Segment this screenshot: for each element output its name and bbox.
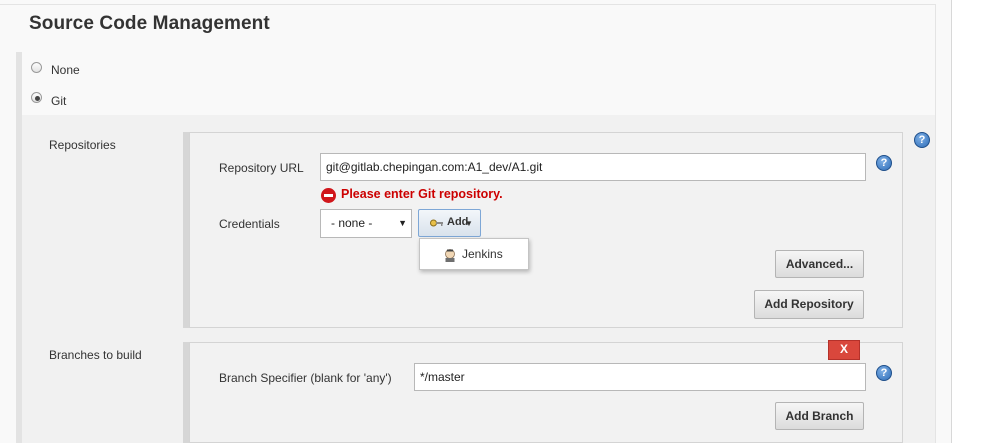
help-icon[interactable]: ? <box>876 155 892 171</box>
repository-url-label: Repository URL <box>219 161 304 175</box>
help-icon[interactable]: ? <box>914 132 930 148</box>
credentials-select[interactable]: - none - ▼ <box>320 209 412 238</box>
divider <box>935 4 936 443</box>
divider <box>0 4 935 5</box>
radio-git-label[interactable]: Git <box>51 94 66 108</box>
radio-git[interactable] <box>31 92 42 103</box>
credentials-label: Credentials <box>219 217 280 231</box>
add-repository-button[interactable]: Add Repository <box>754 290 864 319</box>
key-icon <box>430 219 443 227</box>
jenkins-icon <box>445 249 455 262</box>
error-message: Please enter Git repository. <box>341 187 503 201</box>
add-credentials-menu: Jenkins <box>419 238 529 270</box>
credentials-value: - none - <box>331 216 373 230</box>
section-title: Source Code Management <box>29 13 270 34</box>
error-icon <box>321 188 336 203</box>
menu-item-jenkins[interactable]: Jenkins <box>462 247 503 261</box>
repository-url-input[interactable]: git@gitlab.chepingan.com:A1_dev/A1.git <box>320 153 866 181</box>
advanced-button[interactable]: Advanced... <box>775 250 864 278</box>
branch-specifier-input[interactable]: */master <box>414 363 866 391</box>
chevron-down-icon: ▼ <box>398 218 407 228</box>
add-credentials-button[interactable]: Add ▼ <box>418 209 481 237</box>
radio-none[interactable] <box>31 62 42 73</box>
add-branch-button[interactable]: Add Branch <box>775 402 864 430</box>
delete-branch-button[interactable]: X <box>828 340 860 360</box>
branches-label: Branches to build <box>49 348 142 362</box>
branch-specifier-label: Branch Specifier (blank for 'any') <box>219 371 392 385</box>
help-icon[interactable]: ? <box>876 365 892 381</box>
repositories-label: Repositories <box>49 138 116 152</box>
chevron-down-icon: ▼ <box>465 219 473 228</box>
radio-none-label[interactable]: None <box>51 63 80 77</box>
